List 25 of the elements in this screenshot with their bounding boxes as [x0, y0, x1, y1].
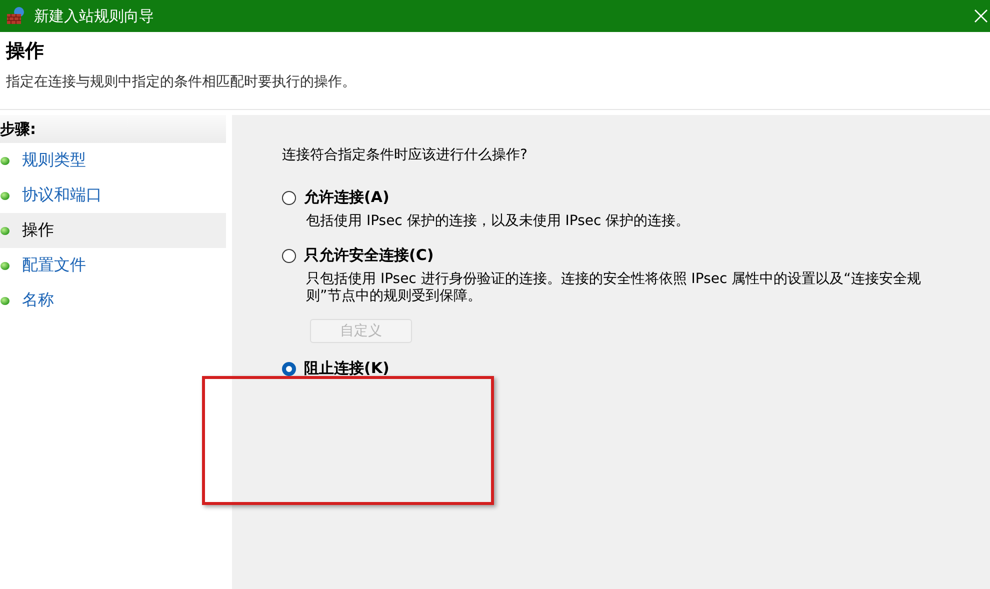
- steps-heading: 步骤:: [0, 115, 226, 143]
- step-item[interactable]: 规则类型: [0, 143, 226, 178]
- status-dot-icon: [0, 226, 10, 236]
- radio-button[interactable]: [282, 362, 296, 376]
- step-item[interactable]: 配置文件: [0, 248, 226, 283]
- radio-option[interactable]: 只允许安全连接(C): [282, 246, 990, 265]
- page-heading: 操作: [6, 39, 45, 64]
- step-item[interactable]: 协议和端口: [0, 178, 226, 213]
- radio-option[interactable]: 允许连接(A): [282, 188, 990, 207]
- question-text: 连接符合指定条件时应该进行什么操作?: [282, 146, 528, 164]
- radio-option[interactable]: 阻止连接(K): [282, 359, 990, 378]
- firewall-icon: [6, 6, 26, 26]
- status-dot-icon: [0, 260, 10, 270]
- status-dot-icon: [0, 296, 10, 306]
- option-description: 包括使用 IPsec 保护的连接，以及未使用 IPsec 保护的连接。: [306, 213, 691, 230]
- page-description: 指定在连接与规则中指定的条件相匹配时要执行的操作。: [6, 73, 357, 91]
- option-description: 只包括使用 IPsec 进行身份验证的连接。连接的安全性将依照 IPsec 属性中的设置以及“连接安全规则”节点中的规则受到保障。: [306, 271, 922, 305]
- close-icon[interactable]: [974, 9, 988, 23]
- step-item[interactable]: 操作: [0, 213, 226, 248]
- radio-button[interactable]: [282, 190, 296, 204]
- step-item[interactable]: 名称: [0, 283, 226, 318]
- status-dot-icon: [0, 190, 10, 200]
- window-title: 新建入站规则向导: [34, 6, 155, 26]
- status-dot-icon: [0, 156, 10, 166]
- radio-button[interactable]: [282, 248, 296, 262]
